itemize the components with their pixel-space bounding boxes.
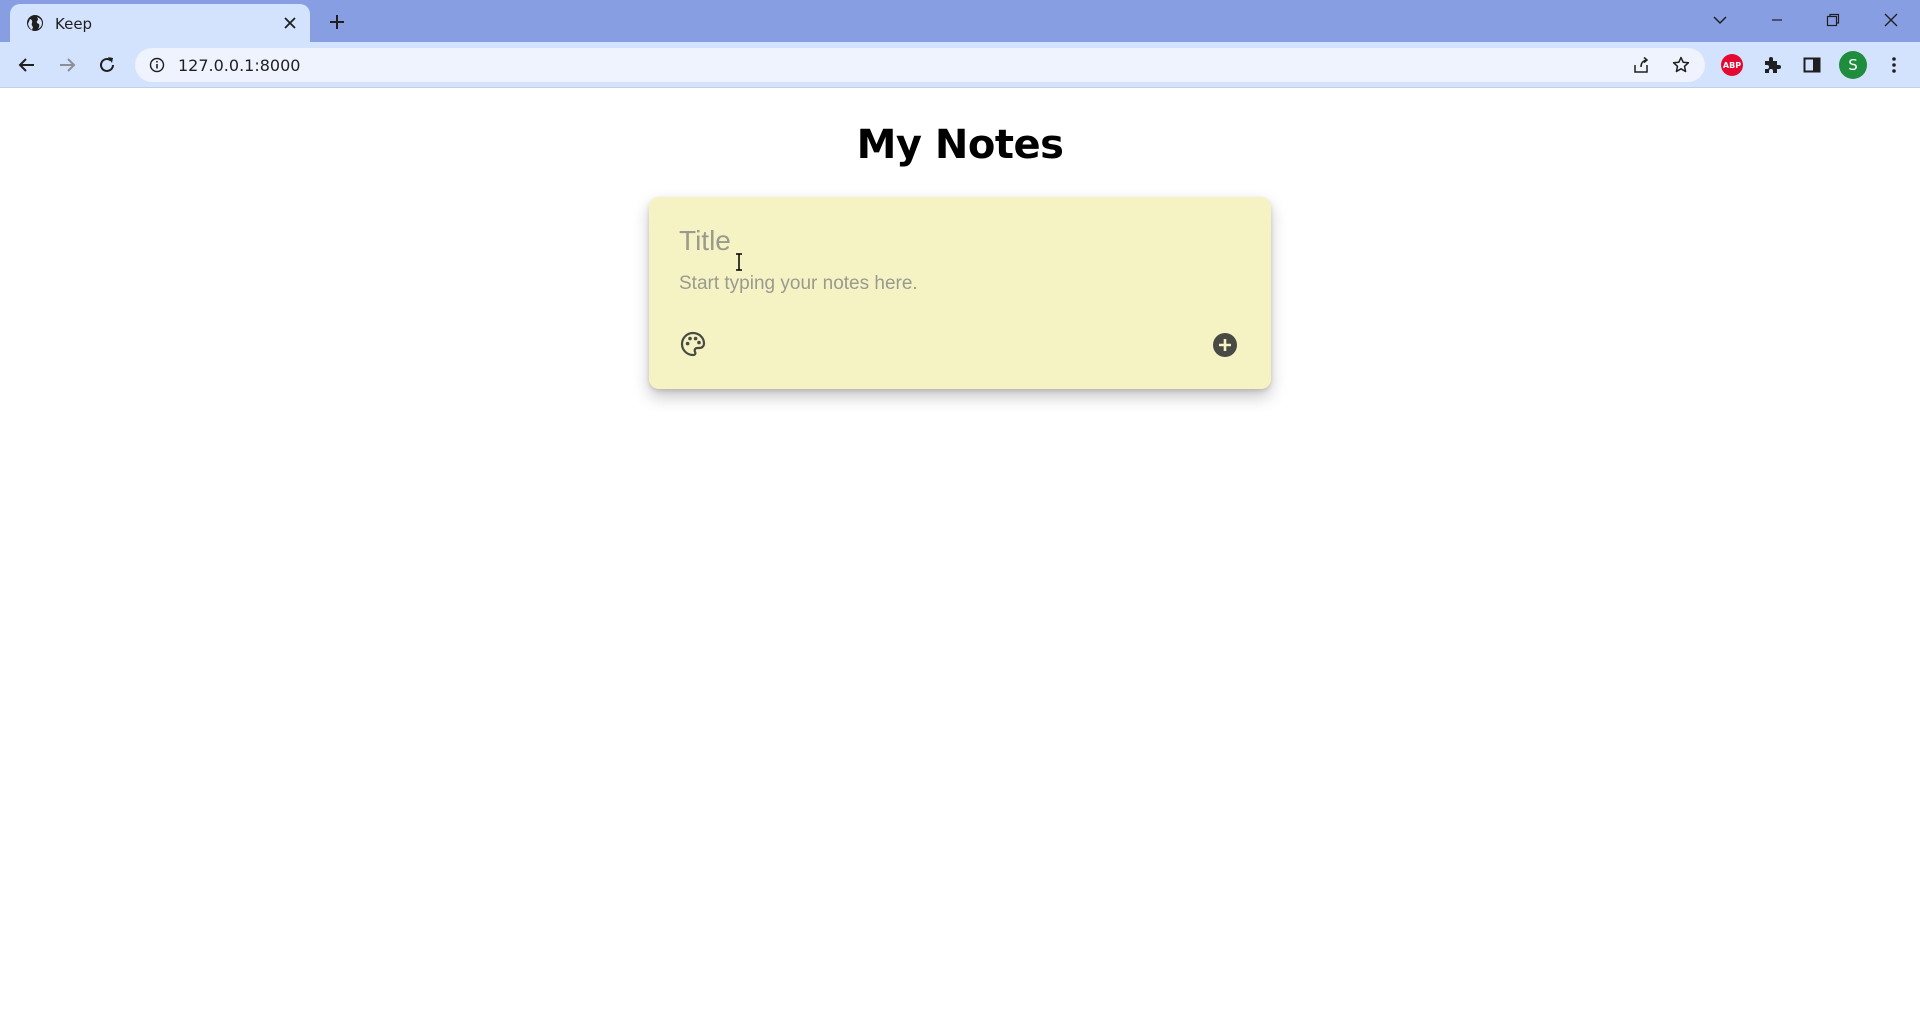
side-panel-icon[interactable]	[1797, 50, 1827, 80]
share-icon[interactable]	[1629, 54, 1653, 76]
tab-title: Keep	[55, 15, 93, 33]
tab-search-icon[interactable]	[1705, 6, 1735, 34]
close-window-icon[interactable]	[1876, 6, 1906, 34]
add-circle-icon[interactable]	[1211, 331, 1239, 359]
reload-icon[interactable]	[92, 50, 122, 80]
browser-titlebar: Keep	[0, 0, 1920, 42]
note-form	[649, 197, 1271, 389]
abp-badge: ABP	[1721, 54, 1743, 76]
globe-icon	[26, 14, 44, 32]
page-title: My Notes	[856, 122, 1064, 168]
forward-icon[interactable]	[52, 50, 82, 80]
note-body-input[interactable]	[679, 273, 1239, 301]
text-cursor-icon	[734, 253, 744, 271]
address-bar[interactable]: 127.0.0.1:8000	[135, 48, 1705, 82]
minimize-icon[interactable]	[1762, 6, 1792, 34]
url-text: 127.0.0.1:8000	[178, 56, 301, 75]
palette-icon[interactable]	[679, 330, 707, 358]
bookmark-star-icon[interactable]	[1669, 54, 1693, 76]
close-tab-icon[interactable]	[280, 13, 300, 33]
restore-icon[interactable]	[1818, 6, 1848, 34]
note-title-input[interactable]	[679, 223, 1239, 259]
back-icon[interactable]	[12, 50, 42, 80]
new-tab-icon[interactable]	[325, 10, 349, 34]
browser-tab-keep[interactable]: Keep	[10, 4, 310, 42]
browser-menu-icon[interactable]	[1879, 50, 1909, 80]
extensions-puzzle-icon[interactable]	[1757, 50, 1787, 80]
browser-toolbar: 127.0.0.1:8000 ABP S	[0, 42, 1920, 88]
page-content: My Notes	[0, 89, 1920, 1032]
profile-initial: S	[1839, 51, 1867, 79]
adblock-extension-icon[interactable]: ABP	[1717, 50, 1747, 80]
profile-avatar[interactable]: S	[1838, 50, 1868, 80]
site-info-icon[interactable]	[149, 57, 165, 73]
